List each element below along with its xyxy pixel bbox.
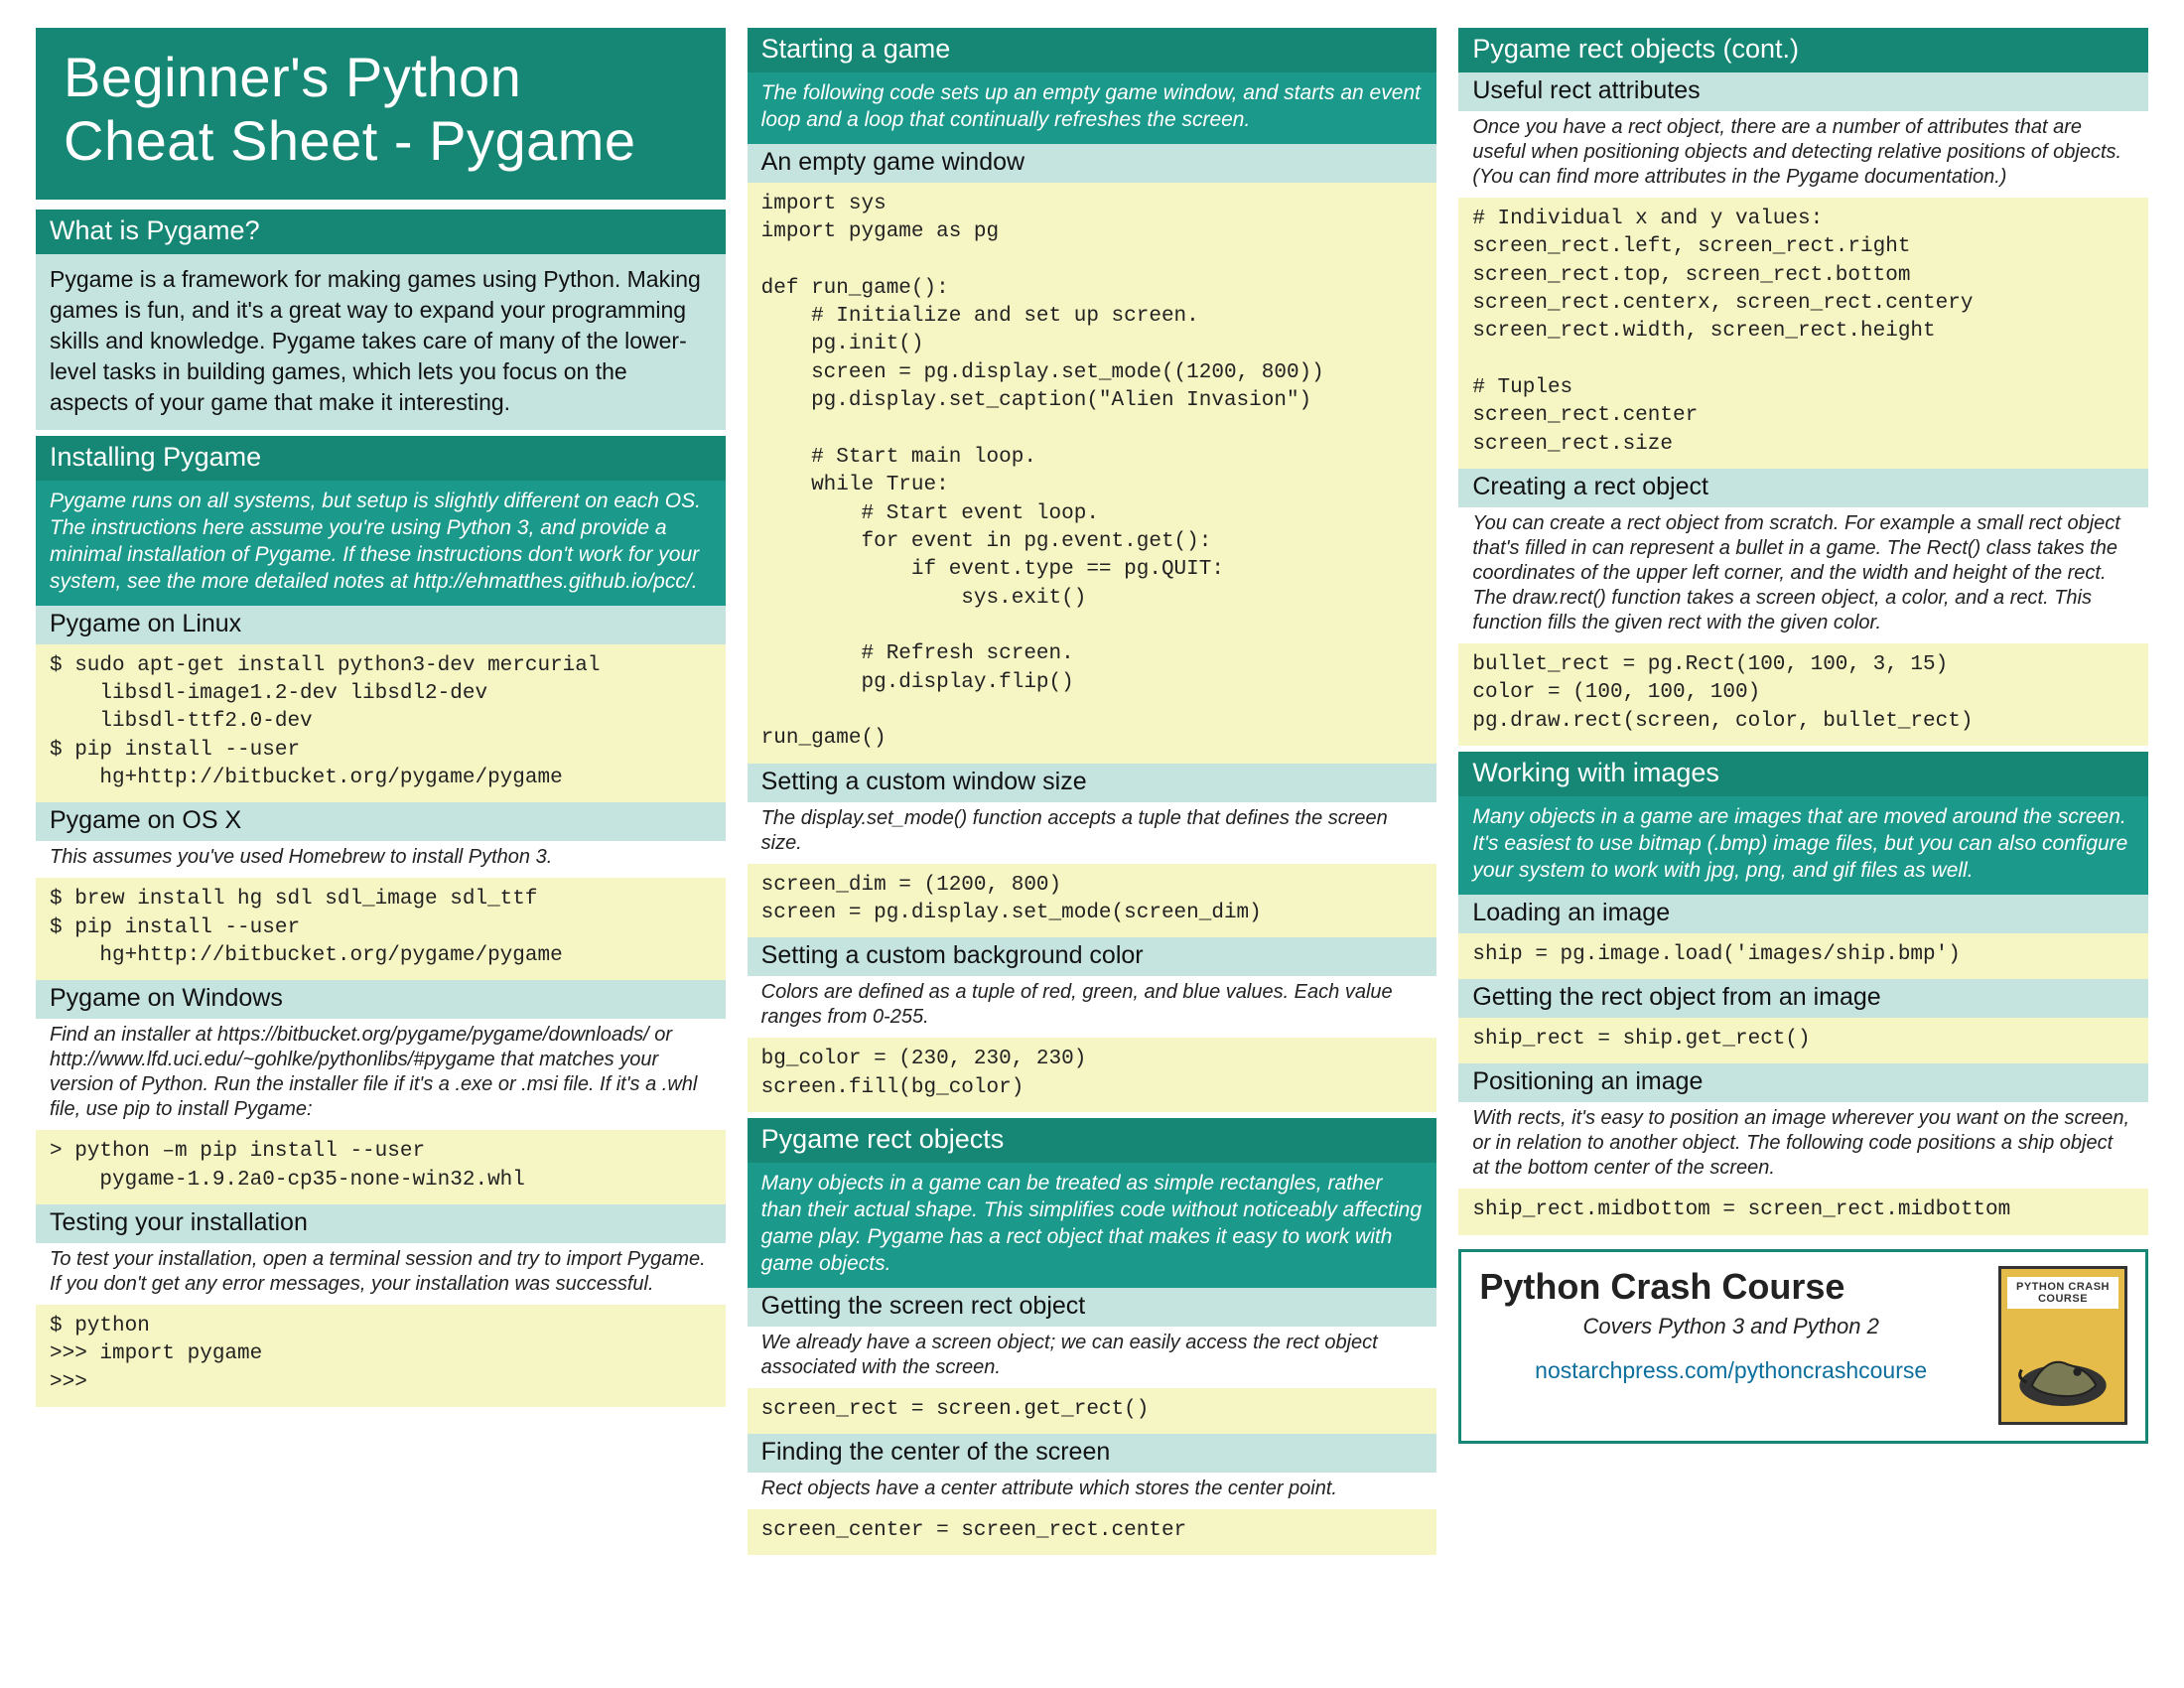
empty-window-head: An empty game window xyxy=(748,144,1437,183)
title-line-1: Beginner's Python xyxy=(64,46,698,109)
footer-title: Python Crash Course xyxy=(1479,1266,1982,1308)
create-rect-head: Creating a rect object xyxy=(1458,469,2148,507)
installing-head: Installing Pygame xyxy=(36,436,726,481)
empty-window-code: import sys import pygame as pg def run_g… xyxy=(748,183,1437,764)
footer-text: Python Crash Course Covers Python 3 and … xyxy=(1479,1266,1982,1384)
starting-game-desc: The following code sets up an empty game… xyxy=(748,72,1437,144)
column-1: Beginner's Python Cheat Sheet - Pygame W… xyxy=(36,28,726,1660)
images-desc: Many objects in a game are images that a… xyxy=(1458,796,2148,895)
starting-game-head: Starting a game xyxy=(748,28,1437,72)
osx-code: $ brew install hg sdl sdl_image sdl_ttf … xyxy=(36,878,726,980)
testing-desc: To test your installation, open a termin… xyxy=(36,1243,726,1305)
testing-code: $ python >>> import pygame >>> xyxy=(36,1305,726,1407)
create-rect-desc: You can create a rect object from scratc… xyxy=(1458,507,2148,643)
installing-desc: Pygame runs on all systems, but setup is… xyxy=(36,481,726,606)
rect-objects-head: Pygame rect objects xyxy=(748,1118,1437,1163)
images-head: Working with images xyxy=(1458,752,2148,796)
windows-code: > python –m pip install --user pygame-1.… xyxy=(36,1130,726,1204)
position-image-desc: With rects, it's easy to position an ima… xyxy=(1458,1102,2148,1189)
rect-objects-desc: Many objects in a game can be treated as… xyxy=(748,1163,1437,1288)
rect-attrs-code: # Individual x and y values: screen_rect… xyxy=(1458,198,2148,469)
get-image-rect-head: Getting the rect object from an image xyxy=(1458,979,2148,1018)
bg-color-head: Setting a custom background color xyxy=(748,937,1437,976)
window-size-code: screen_dim = (1200, 800) screen = pg.dis… xyxy=(748,864,1437,938)
get-screen-rect-head: Getting the screen rect object xyxy=(748,1288,1437,1327)
get-image-rect-code: ship_rect = ship.get_rect() xyxy=(1458,1018,2148,1063)
bg-color-code: bg_color = (230, 230, 230) screen.fill(b… xyxy=(748,1038,1437,1112)
footer-subtitle: Covers Python 3 and Python 2 xyxy=(1479,1314,1982,1339)
column-3: Pygame rect objects (cont.) Useful rect … xyxy=(1458,28,2148,1660)
window-size-desc: The display.set_mode() function accepts … xyxy=(748,802,1437,864)
footer-card: Python Crash Course Covers Python 3 and … xyxy=(1458,1249,2148,1444)
what-is-pygame-body: Pygame is a framework for making games u… xyxy=(36,254,726,430)
cheat-sheet-page: Beginner's Python Cheat Sheet - Pygame W… xyxy=(36,28,2148,1660)
position-image-head: Positioning an image xyxy=(1458,1063,2148,1102)
windows-desc: Find an installer at https://bitbucket.o… xyxy=(36,1019,726,1130)
rect-attrs-desc: Once you have a rect object, there are a… xyxy=(1458,111,2148,198)
main-title: Beginner's Python Cheat Sheet - Pygame xyxy=(36,28,726,200)
create-rect-code: bullet_rect = pg.Rect(100, 100, 3, 15) c… xyxy=(1458,643,2148,746)
rect-attrs-head: Useful rect attributes xyxy=(1458,72,2148,111)
load-image-code: ship = pg.image.load('images/ship.bmp') xyxy=(1458,933,2148,979)
title-line-2: Cheat Sheet - Pygame xyxy=(64,109,698,173)
column-2: Starting a game The following code sets … xyxy=(748,28,1437,1660)
load-image-head: Loading an image xyxy=(1458,895,2148,933)
linux-code: $ sudo apt-get install python3-dev mercu… xyxy=(36,644,726,803)
get-screen-rect-code: screen_rect = screen.get_rect() xyxy=(748,1388,1437,1434)
what-is-pygame-head: What is Pygame? xyxy=(36,210,726,254)
rect-cont-head: Pygame rect objects (cont.) xyxy=(1458,28,2148,72)
window-size-head: Setting a custom window size xyxy=(748,764,1437,802)
osx-head: Pygame on OS X xyxy=(36,802,726,841)
book-cover-icon: PYTHON CRASH COURSE xyxy=(1998,1266,2127,1425)
book-cover-label: PYTHON CRASH COURSE xyxy=(2007,1277,2118,1309)
book-art-icon xyxy=(2011,1329,2115,1411)
bg-color-desc: Colors are defined as a tuple of red, gr… xyxy=(748,976,1437,1038)
find-center-head: Finding the center of the screen xyxy=(748,1434,1437,1473)
linux-head: Pygame on Linux xyxy=(36,606,726,644)
get-screen-rect-desc: We already have a screen object; we can … xyxy=(748,1327,1437,1388)
windows-head: Pygame on Windows xyxy=(36,980,726,1019)
osx-desc: This assumes you've used Homebrew to ins… xyxy=(36,841,726,878)
position-image-code: ship_rect.midbottom = screen_rect.midbot… xyxy=(1458,1189,2148,1234)
testing-head: Testing your installation xyxy=(36,1204,726,1243)
find-center-code: screen_center = screen_rect.center xyxy=(748,1509,1437,1555)
footer-link[interactable]: nostarchpress.com/pythoncrashcourse xyxy=(1479,1357,1982,1384)
find-center-desc: Rect objects have a center attribute whi… xyxy=(748,1473,1437,1509)
